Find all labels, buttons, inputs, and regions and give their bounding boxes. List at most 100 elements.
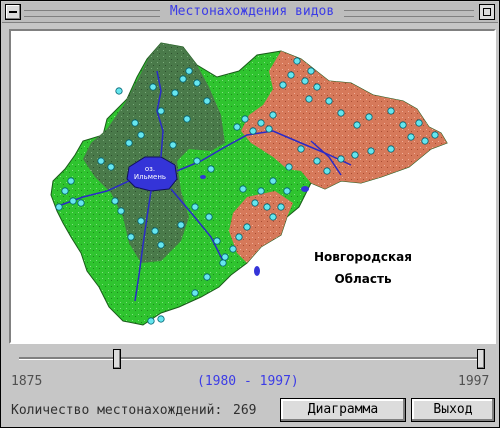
occurrence-point (353, 121, 361, 129)
occurrence-point (431, 131, 439, 139)
system-menu-icon[interactable] (5, 4, 21, 20)
occurrence-point (77, 199, 85, 207)
occurrence-point (125, 139, 133, 147)
occurrence-point (277, 203, 285, 211)
lake-small-3 (200, 175, 206, 179)
region-label-line2: Область (334, 272, 392, 286)
occurrence-point (219, 259, 227, 267)
maximize-icon[interactable] (479, 4, 495, 20)
slider-end-handle[interactable] (477, 349, 485, 369)
occurrence-point (387, 107, 395, 115)
occurrence-point (387, 145, 395, 153)
occurrence-point (279, 81, 287, 89)
window-title: Местонахождения видов (169, 4, 335, 19)
occurrence-point (67, 177, 75, 185)
occurrence-point (323, 167, 331, 175)
occurrence-point (265, 125, 273, 133)
min-year-label: 1875 (11, 374, 43, 389)
occurrence-point (151, 227, 159, 235)
occurrence-point (235, 233, 243, 241)
occurrence-point (213, 237, 221, 245)
title-bar-stripes-left (24, 10, 160, 17)
occurrence-point (191, 289, 199, 297)
occurrence-point (399, 121, 407, 129)
occurrence-point (191, 203, 199, 211)
occurrence-point (351, 151, 359, 159)
occurrence-point (285, 163, 293, 171)
occurrence-point (233, 123, 241, 131)
occurrence-point (171, 89, 179, 97)
occurrence-point (337, 155, 345, 163)
occurrence-point (193, 79, 201, 87)
occurrence-point (287, 71, 295, 79)
occurrence-point (305, 95, 313, 103)
count-label: Количество местонахождений: (11, 403, 223, 418)
diagram-button[interactable]: Диаграмма (280, 398, 406, 422)
occurrence-point (127, 233, 135, 241)
occurrence-point (313, 157, 321, 165)
occurrence-point (97, 157, 105, 165)
occurrence-point (157, 107, 165, 115)
occurrence-point (55, 203, 63, 211)
occurrence-point (415, 119, 423, 127)
occurrence-point (117, 207, 125, 215)
occurrence-point (107, 163, 115, 171)
region-map: оз. Ильмень Новгородская Область (50, 42, 448, 326)
occurrence-point (269, 213, 277, 221)
occurrence-point (407, 133, 415, 141)
occurrence-point (367, 147, 375, 155)
occurrence-point (421, 137, 429, 145)
occurrence-point (61, 187, 69, 195)
occurrence-point (269, 177, 277, 185)
count-value: 269 (233, 403, 257, 418)
occurrence-point (183, 115, 191, 123)
occurrence-point (229, 245, 237, 253)
occurrence-point (241, 115, 249, 123)
map-panel: оз. Ильмень Новгородская Область (9, 29, 496, 344)
occurrence-point (257, 187, 265, 195)
main-window: Местонахождения видов оз. Ильмень Новгор… (0, 0, 500, 428)
occurrence-point (69, 197, 77, 205)
occurrence-point (205, 213, 213, 221)
occurrence-point (157, 315, 165, 323)
occurrence-point (203, 273, 211, 281)
max-year-label: 1997 (458, 374, 490, 389)
occurrence-point (207, 165, 215, 173)
occurrence-point (185, 67, 193, 75)
lake-small-2 (254, 266, 260, 276)
occurrence-point (137, 131, 145, 139)
occurrence-point (251, 199, 259, 207)
occurrence-point (257, 119, 265, 127)
occurrence-point (239, 185, 247, 193)
occurrence-point (203, 97, 211, 105)
occurrence-point (283, 187, 291, 195)
occurrence-point (249, 127, 257, 135)
occurrence-point (131, 119, 139, 127)
occurrence-point (243, 223, 251, 231)
lake-label-line1: оз. (145, 165, 155, 173)
occurrence-point (137, 217, 145, 225)
occurrence-point (157, 241, 165, 249)
occurrence-point (269, 111, 277, 119)
occurrence-point (325, 97, 333, 105)
occurrence-point (301, 77, 309, 85)
occurrence-point (169, 141, 177, 149)
occurrence-point (337, 109, 345, 117)
occurrence-point (179, 75, 187, 83)
region-label-line1: Новгородская (314, 250, 412, 264)
slider-track (19, 357, 481, 360)
exit-button[interactable]: Выход (411, 398, 495, 422)
occurrence-point (365, 113, 373, 121)
occurrence-point (263, 203, 271, 211)
occurrence-point (111, 197, 119, 205)
selected-range-label: (1980 - 1997) (197, 374, 299, 389)
occurrence-point (147, 317, 155, 325)
title-bar: Местонахождения видов (2, 2, 498, 23)
year-range-slider[interactable] (19, 349, 485, 369)
slider-start-handle[interactable] (113, 349, 121, 369)
occurrence-point (193, 157, 201, 165)
occurrence-point (149, 83, 157, 91)
occurrence-point (115, 87, 123, 95)
occurrence-point (297, 145, 305, 153)
occurrence-point (221, 253, 229, 261)
